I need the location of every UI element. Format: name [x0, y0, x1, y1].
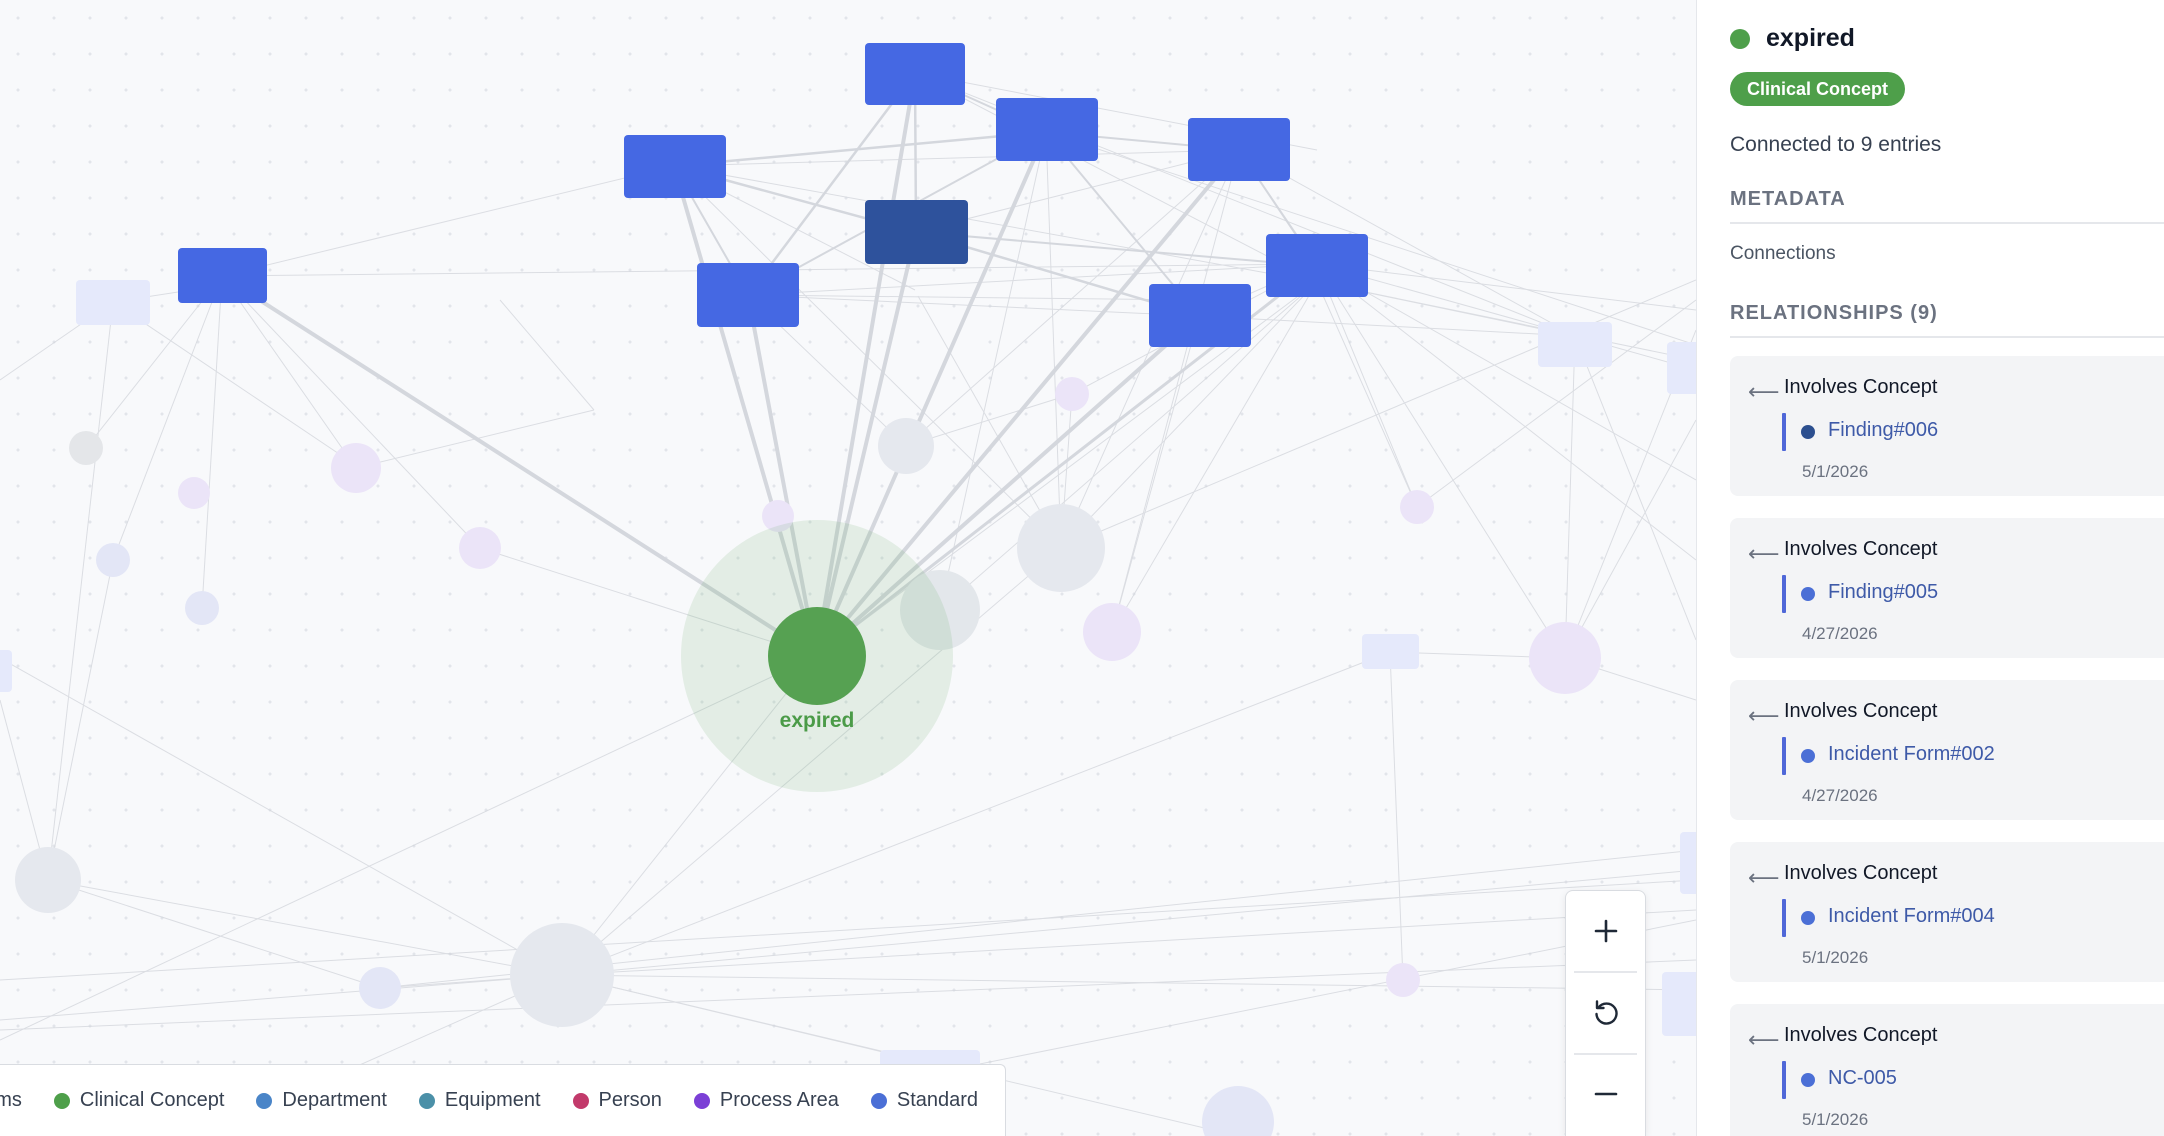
incoming-arrow-icon: ⟵ [1748, 379, 1780, 404]
legend-label: Department [282, 1089, 387, 1111]
relationship-target-link[interactable]: Incident Form#004 [1828, 905, 1995, 928]
relationship-target-link[interactable]: NC-005 [1828, 1067, 1897, 1090]
relationship-accent-bar [1782, 413, 1786, 451]
relationship-card[interactable]: ⟵ Involves Concept NC-005 5/1/2026 [1730, 1004, 2164, 1136]
details-panel: expired Clinical Concept Connected to 9 … [1696, 0, 2164, 1136]
graph-node[interactable] [1266, 234, 1368, 297]
standard-nodes [178, 43, 1368, 347]
target-type-dot [1801, 749, 1815, 763]
panel-title: expired [1766, 24, 1855, 52]
graph-node[interactable] [697, 263, 799, 327]
legend-label: Equipment [444, 1089, 541, 1111]
legend-dot [870, 1092, 887, 1109]
incoming-arrow-icon: ⟵ [1748, 1027, 1780, 1052]
section-divider [1730, 222, 2164, 224]
graph-node[interactable] [996, 98, 1098, 161]
legend-item-equipment[interactable]: Equipment [418, 1089, 541, 1112]
selected-node[interactable] [768, 607, 866, 705]
graph-canvas[interactable]: expired Items Clinical Concept Departmen… [0, 0, 1696, 1136]
legend-label: Person [598, 1089, 662, 1111]
relationship-accent-bar [1782, 899, 1786, 937]
relationship-accent-bar [1782, 737, 1786, 775]
minus-icon [1594, 1092, 1617, 1096]
zoom-controls [1565, 890, 1646, 1136]
relationships-heading: RELATIONSHIPS (9) [1730, 302, 1938, 324]
graph-node[interactable] [865, 43, 965, 105]
legend-item-standard[interactable]: Standard [870, 1089, 979, 1112]
relationship-type: Involves Concept [1784, 1024, 1938, 1046]
metadata-heading: METADATA [1730, 188, 1846, 210]
target-type-dot [1801, 425, 1815, 439]
relationship-type: Involves Concept [1784, 376, 1938, 398]
panel-header: expired [1730, 24, 1855, 53]
incoming-arrow-icon: ⟵ [1748, 703, 1780, 728]
section-divider [1730, 336, 2164, 338]
incoming-arrow-icon: ⟵ [1748, 541, 1780, 566]
type-badge: Clinical Concept [1730, 72, 1906, 106]
legend-label: Standard [896, 1089, 979, 1111]
graph-svg[interactable]: expired [0, 0, 1696, 1136]
selected-node-label: expired [780, 709, 855, 732]
legend-dot [53, 1092, 70, 1109]
relationship-date: 5/1/2026 [1802, 1110, 1869, 1129]
zoom-in-button[interactable] [1566, 891, 1645, 971]
zoom-out-button[interactable] [1566, 1054, 1645, 1134]
legend-label: Clinical Concept [79, 1089, 225, 1111]
reset-icon [1594, 1000, 1618, 1025]
relationship-date: 4/27/2026 [1802, 786, 1878, 805]
relationship-card[interactable]: ⟵ Involves Concept Incident Form#004 5/1/20… [1730, 842, 2164, 982]
target-type-dot [1801, 911, 1815, 925]
relationship-date: 4/27/2026 [1802, 624, 1878, 643]
graph-node[interactable] [1149, 284, 1251, 347]
plus-icon [1594, 919, 1617, 943]
legend-item-person[interactable]: Person [572, 1089, 662, 1112]
graph-node[interactable] [624, 135, 726, 198]
relationship-accent-bar [1782, 575, 1786, 613]
relationship-target-link[interactable]: Incident Form#002 [1828, 743, 1995, 766]
relationship-type: Involves Concept [1784, 700, 1938, 722]
legend-item-clinical-concept[interactable]: Clinical Concept [53, 1089, 225, 1112]
target-type-dot [1801, 1073, 1815, 1087]
relationship-card[interactable]: ⟵ Involves Concept Incident Form#002 4/27/2… [1730, 680, 2164, 820]
relationship-accent-bar [1782, 1061, 1786, 1099]
relationship-target-link[interactable]: Finding#005 [1828, 581, 1938, 604]
legend-label: Items [0, 1089, 22, 1111]
relationship-date: 5/1/2026 [1802, 462, 1869, 481]
reset-view-button[interactable] [1566, 972, 1645, 1052]
legend-label: Process Area [719, 1089, 839, 1111]
type-color-dot [1730, 28, 1750, 49]
legend-dot [418, 1092, 435, 1109]
relationship-target-link[interactable]: Finding#006 [1828, 419, 1938, 442]
graph-node[interactable] [178, 248, 267, 303]
incoming-arrow-icon: ⟵ [1748, 865, 1780, 890]
relationship-date: 5/1/2026 [1802, 948, 1869, 967]
relationship-type: Involves Concept [1784, 862, 1938, 884]
graph-legend: Items Clinical Concept Department Equipm… [0, 1064, 1006, 1136]
legend-item-items[interactable]: Items [0, 1089, 22, 1112]
connection-count: Connected to 9 entries [1730, 133, 1942, 156]
legend-dot [256, 1092, 273, 1109]
target-type-dot [1801, 587, 1815, 601]
relationship-card[interactable]: ⟵ Involves Concept Finding#006 5/1/2026 [1730, 356, 2164, 496]
relationship-card[interactable]: ⟵ Involves Concept Finding#005 4/27/2026 [1730, 518, 2164, 658]
relationship-type: Involves Concept [1784, 538, 1938, 560]
legend-item-department[interactable]: Department [256, 1089, 387, 1112]
legend-dot [693, 1092, 710, 1109]
legend-item-process-area[interactable]: Process Area [693, 1089, 839, 1112]
legend-dot [572, 1092, 589, 1109]
metadata-connections-label: Connections [1730, 243, 1836, 264]
graph-node[interactable] [1188, 118, 1290, 181]
graph-node[interactable] [865, 200, 968, 264]
